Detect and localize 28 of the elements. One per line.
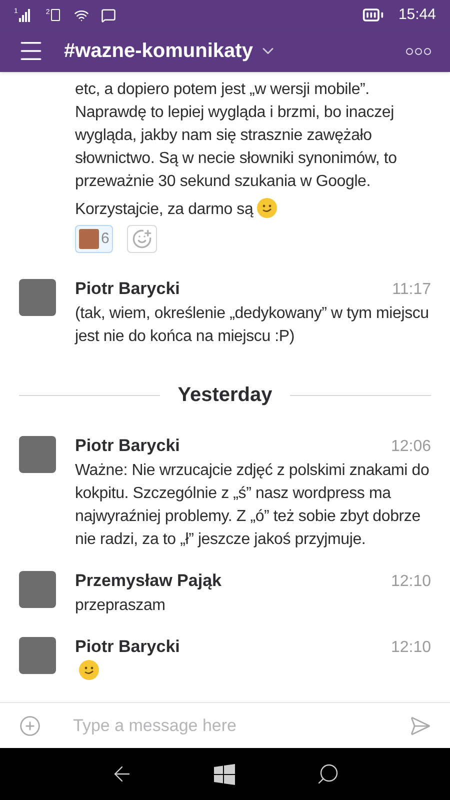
avatar-photo-placeholder <box>19 279 56 316</box>
avatar-photo-placeholder <box>19 637 56 674</box>
message-text: przepraszam <box>75 597 166 614</box>
message-input-field[interactable]: Type a message here <box>73 712 409 738</box>
avatar-photo-placeholder <box>19 571 56 608</box>
clock-time: 15:44 <box>398 4 436 25</box>
add-emoji-icon <box>132 229 152 249</box>
author-name: Piotr Barycki <box>75 435 180 457</box>
channel-title[interactable]: #wazne-komunikaty <box>64 36 277 66</box>
message-time: 12:10 <box>390 572 431 592</box>
wifi-icon <box>74 8 89 22</box>
search-icon[interactable] <box>316 762 340 786</box>
more-options-button[interactable] <box>406 48 431 54</box>
message-text: Ważne: Nie wrzucajcie zdjęć z polskimi znakami do kokpitu. Szczególnie z „ś” nasz wordpress ma najwyraźniej problemy. Z „ó” też sobie zbyt dobrze nie radzi, za to „ł” jeszcze jakoś przyjmuje. <box>75 462 430 548</box>
message-icon <box>100 8 116 22</box>
message-time: 12:10 <box>390 638 431 658</box>
reaction-avatar-icon <box>79 229 99 249</box>
day-divider-label: Yesterday <box>178 383 272 408</box>
author-name: Przemysław Pająk <box>75 570 222 592</box>
message-time: 11:17 <box>392 280 431 300</box>
message-time: 12:06 <box>390 437 431 457</box>
windows-logo-icon[interactable] <box>214 764 236 784</box>
author-name: Piotr Barycki <box>75 636 180 658</box>
avatar-photo-placeholder <box>19 436 56 473</box>
message-text: (tak, wiem, określenie „dedykowany” w tym miejscu jest nie do końca na miejscu :P) <box>75 305 429 345</box>
message-text: Korzystajcie, za darmo są <box>75 201 254 218</box>
message-text: etc, a dopiero potem jest „w wersji mobile”. Naprawdę to lepiej wygląda i brzmi, bo inaczej wygląda, jakby nam się strasznie zawężało słownictwo. Są w necie słowniki synonimów, to przeważnie 30 sekund szukania w Google. <box>75 81 397 190</box>
author-name: Piotr Barycki <box>75 278 180 300</box>
